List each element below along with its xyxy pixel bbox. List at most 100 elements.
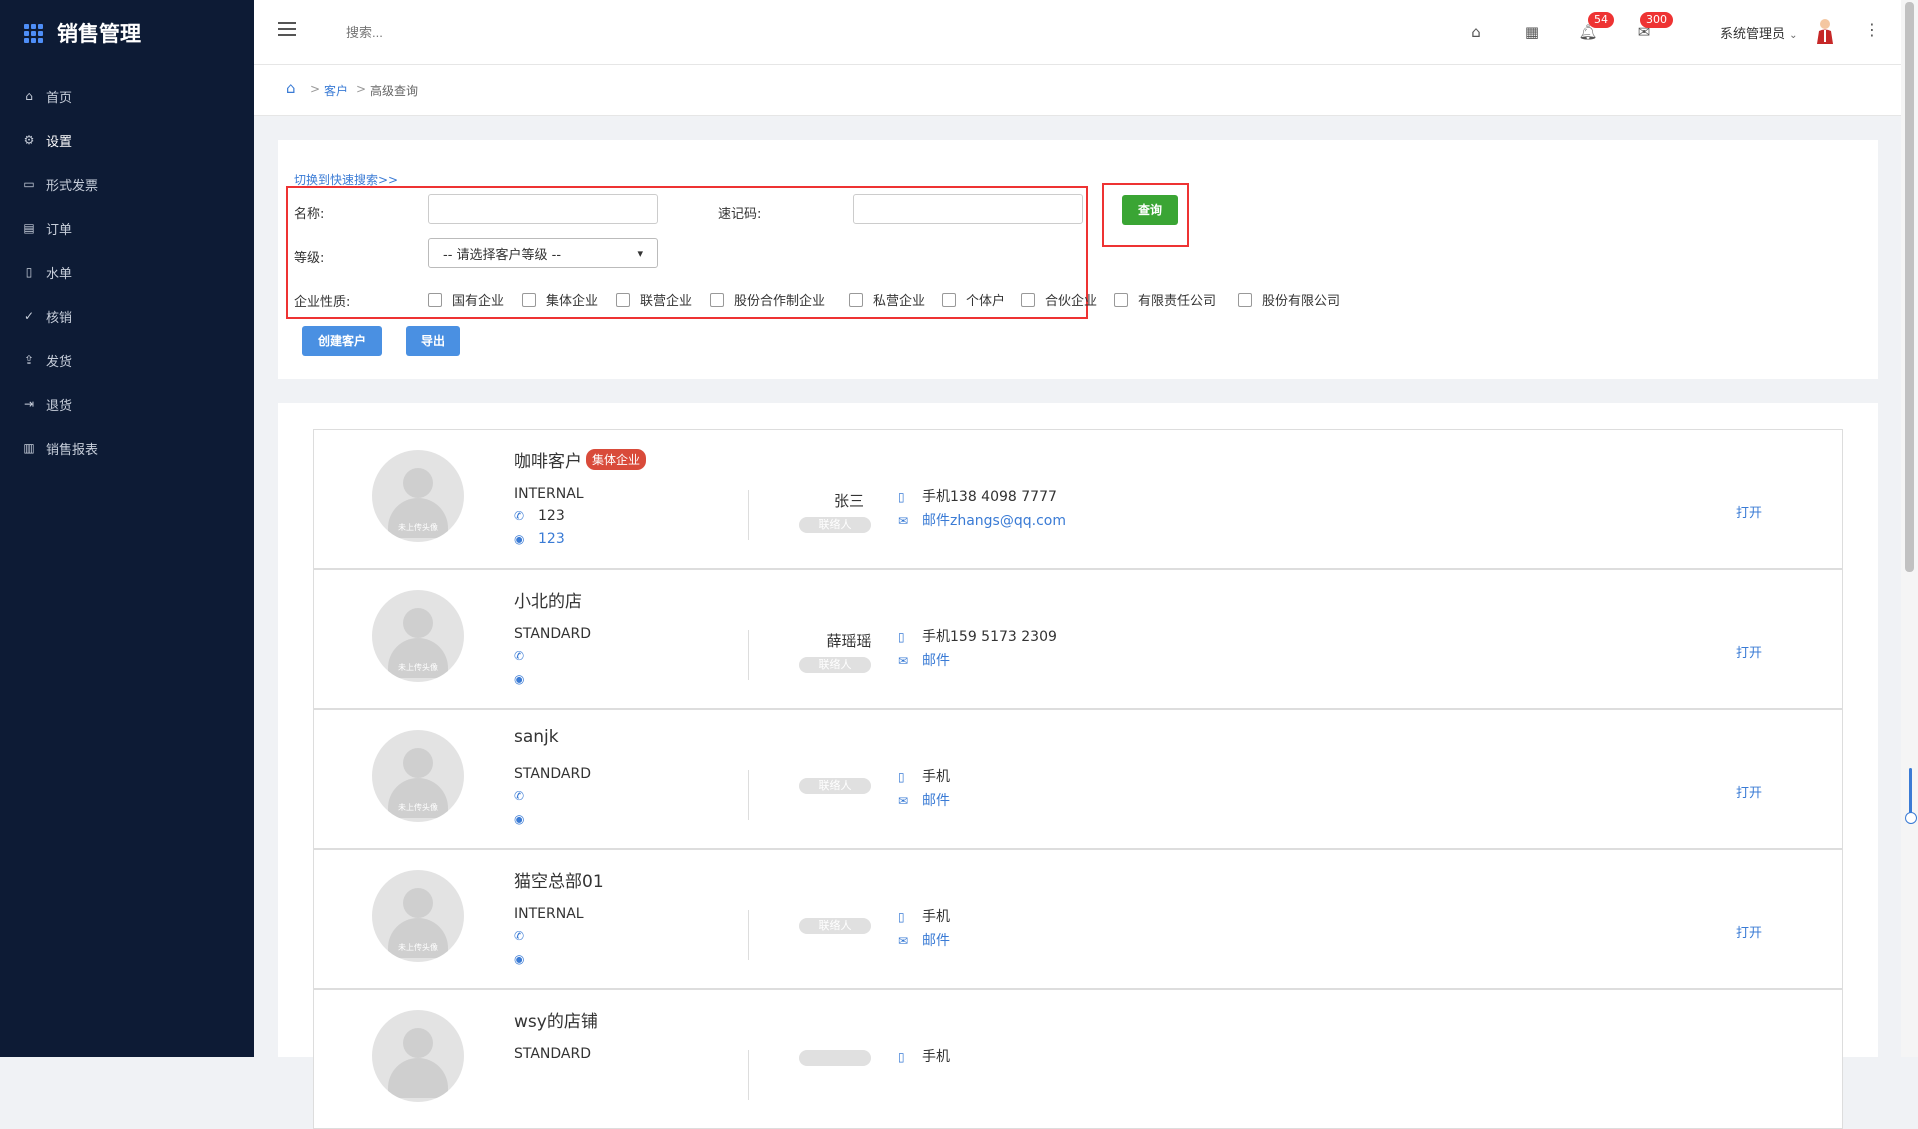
logout-icon: ⇥ bbox=[23, 397, 35, 411]
export-button[interactable]: 导出 bbox=[406, 326, 460, 356]
sidebar-item-home[interactable]: ⌂ 首页 bbox=[0, 74, 254, 118]
sidebar-item-shipping[interactable]: ⇪ 发货 bbox=[0, 338, 254, 382]
app-brand[interactable]: 销售管理 bbox=[0, 0, 254, 66]
level-select[interactable]: -- 请选择客户等级 -- ▾ bbox=[428, 238, 658, 268]
scrollbar[interactable] bbox=[1901, 0, 1918, 1057]
contact-role-badge: 联络人 bbox=[799, 918, 871, 934]
avatar bbox=[372, 1010, 464, 1102]
nature-checkbox[interactable]: 股份有限公司 bbox=[1238, 290, 1340, 309]
contact-mobile: 手机 bbox=[922, 769, 950, 785]
user-menu[interactable]: 系统管理员 ⌄ bbox=[1720, 23, 1798, 42]
nature-checkbox[interactable]: 集体企业 bbox=[522, 290, 598, 309]
nature-checkbox[interactable]: 联营企业 bbox=[616, 290, 692, 309]
customer-name: 咖啡客户 bbox=[514, 452, 582, 472]
query-button[interactable]: 查询 bbox=[1122, 195, 1178, 225]
globe-icon: ◉ bbox=[514, 812, 525, 826]
menu-toggle-icon[interactable] bbox=[278, 22, 296, 38]
nature-checkbox[interactable]: 私营企业 bbox=[849, 290, 925, 309]
side-slider-handle[interactable] bbox=[1905, 812, 1917, 824]
phone-icon: ✆ bbox=[514, 789, 525, 803]
phone-icon: ✆ bbox=[514, 929, 525, 943]
contact-role-badge: 联络人 bbox=[799, 778, 871, 794]
contact-email[interactable]: 邮件 bbox=[922, 933, 950, 949]
breadcrumb-current: 高级查询 bbox=[370, 84, 419, 98]
nature-label: 企业性质: bbox=[294, 295, 351, 310]
contact-role-badge bbox=[799, 1050, 871, 1066]
user-avatar-icon[interactable] bbox=[1816, 18, 1834, 44]
contact-name: 薛瑶瑶 bbox=[826, 632, 872, 650]
contact-name: 张三 bbox=[833, 492, 864, 510]
more-vertical-icon[interactable]: ⋮ bbox=[1864, 20, 1880, 39]
chevron-down-icon: ▾ bbox=[637, 246, 643, 260]
open-link[interactable]: 打开 bbox=[1736, 642, 1762, 661]
mobile-icon: ▯ bbox=[898, 770, 905, 784]
customer-name: sanjk bbox=[514, 727, 559, 747]
grid-icon[interactable]: ▦ bbox=[1522, 22, 1542, 42]
globe-icon: ◉ bbox=[514, 952, 525, 966]
check-circle-icon: ✓ bbox=[23, 309, 35, 323]
open-link[interactable]: 打开 bbox=[1736, 502, 1762, 521]
customer-card: 未上传头像 咖啡客户 集体企业 INTERNAL ✆ 123 ◉ 123 张三 联络人… bbox=[313, 429, 1843, 569]
open-link[interactable]: 打开 bbox=[1736, 922, 1762, 941]
phone-icon: ✆ bbox=[514, 649, 525, 663]
code-label: 速记码: bbox=[718, 207, 762, 222]
scrollbar-thumb[interactable] bbox=[1905, 2, 1914, 572]
nature-checkbox[interactable]: 个体户 bbox=[942, 290, 1005, 309]
contact-mobile: 手机 bbox=[922, 1049, 950, 1065]
advanced-search-panel: 切换到快速搜索>> 名称: 速记码: 等级: -- 请选择客户等级 -- ▾ 企… bbox=[278, 140, 1878, 379]
nature-checkbox[interactable]: 合伙企业 bbox=[1021, 290, 1097, 309]
phone-icon: ✆ bbox=[514, 509, 525, 523]
name-input[interactable] bbox=[428, 194, 658, 224]
customer-level: STANDARD bbox=[514, 766, 592, 782]
level-label: 等级: bbox=[294, 251, 325, 266]
contact-mobile: 手机159 5173 2309 bbox=[922, 629, 1057, 645]
open-link[interactable]: 打开 bbox=[1736, 782, 1762, 801]
apps-grid-icon bbox=[24, 23, 43, 43]
contact-email[interactable]: 邮件 bbox=[922, 793, 950, 809]
home-icon[interactable]: ⌂ bbox=[286, 79, 296, 97]
globe-icon: ◉ bbox=[514, 672, 525, 686]
customer-level: STANDARD bbox=[514, 626, 592, 642]
mail-icon: ✉ bbox=[898, 794, 909, 808]
sidebar-item-writeoff[interactable]: ✓ 核销 bbox=[0, 294, 254, 338]
gear-icon: ⚙ bbox=[23, 133, 35, 147]
receipt-icon: ▯ bbox=[25, 265, 33, 279]
order-icon: ▤ bbox=[23, 221, 35, 235]
create-customer-button[interactable]: 创建客户 bbox=[302, 326, 382, 356]
sidebar-item-receipts[interactable]: ▯ 水单 bbox=[0, 250, 254, 294]
mobile-icon: ▯ bbox=[898, 910, 905, 924]
customer-list: 未上传头像 咖啡客户 集体企业 INTERNAL ✆ 123 ◉ 123 张三 联络人… bbox=[278, 403, 1878, 1129]
sidebar-item-settings[interactable]: ⚙ 设置 bbox=[0, 118, 254, 162]
sidebar-item-returns[interactable]: ⇥ 退货 bbox=[0, 382, 254, 426]
avatar: 未上传头像 bbox=[372, 450, 464, 542]
app-title: 销售管理 bbox=[57, 22, 141, 46]
breadcrumb: ⌂ > 客户 > 高级查询 bbox=[254, 65, 1901, 116]
customer-card: 未上传头像 小北的店 STANDARD ✆ ◉ 薛瑶瑶 联络人 ▯ 手机159 5… bbox=[313, 569, 1843, 709]
name-label: 名称: bbox=[294, 207, 325, 222]
customer-website[interactable]: 123 bbox=[538, 531, 565, 547]
code-input[interactable] bbox=[853, 194, 1083, 224]
customer-level: INTERNAL bbox=[514, 906, 584, 922]
customer-card: 未上传头像 sanjk STANDARD ✆ ◉ 联络人 ▯ 手机 ✉ 邮件 打开 bbox=[313, 709, 1843, 849]
breadcrumb-link-customers[interactable]: 客户 bbox=[324, 82, 348, 99]
sidebar-item-sales-report[interactable]: ▥ 销售报表 bbox=[0, 426, 254, 470]
sidebar-item-orders[interactable]: ▤ 订单 bbox=[0, 206, 254, 250]
avatar: 未上传头像 bbox=[372, 730, 464, 822]
nature-checkbox[interactable]: 国有企业 bbox=[428, 290, 504, 309]
upload-icon: ⇪ bbox=[23, 353, 35, 367]
sidebar: 销售管理 ⌂ 首页 ⚙ 设置 ▭ 形式发票 ▤ 订单 ▯ 水单 ✓ 核销 ⇪ 发货 ⇥ 退货 ▥… bbox=[0, 0, 254, 1057]
contact-email[interactable]: 邮件zhangs@qq.com bbox=[922, 513, 1066, 529]
search-input[interactable] bbox=[344, 24, 548, 41]
home-icon[interactable]: ⌂ bbox=[1466, 22, 1486, 42]
nature-checkbox[interactable]: 股份合作制企业 bbox=[710, 290, 825, 309]
mobile-icon: ▯ bbox=[898, 1050, 905, 1064]
customer-name: 小北的店 bbox=[514, 592, 582, 612]
globe-icon: ◉ bbox=[514, 532, 525, 546]
nature-checkbox[interactable]: 有限责任公司 bbox=[1114, 290, 1216, 309]
invoice-icon: ▭ bbox=[23, 177, 35, 191]
contact-email[interactable]: 邮件 bbox=[922, 653, 950, 669]
avatar: 未上传头像 bbox=[372, 870, 464, 962]
chevron-down-icon: ⌄ bbox=[1789, 30, 1798, 41]
sidebar-item-proforma-invoice[interactable]: ▭ 形式发票 bbox=[0, 162, 254, 206]
nature-tag: 集体企业 bbox=[586, 449, 647, 470]
